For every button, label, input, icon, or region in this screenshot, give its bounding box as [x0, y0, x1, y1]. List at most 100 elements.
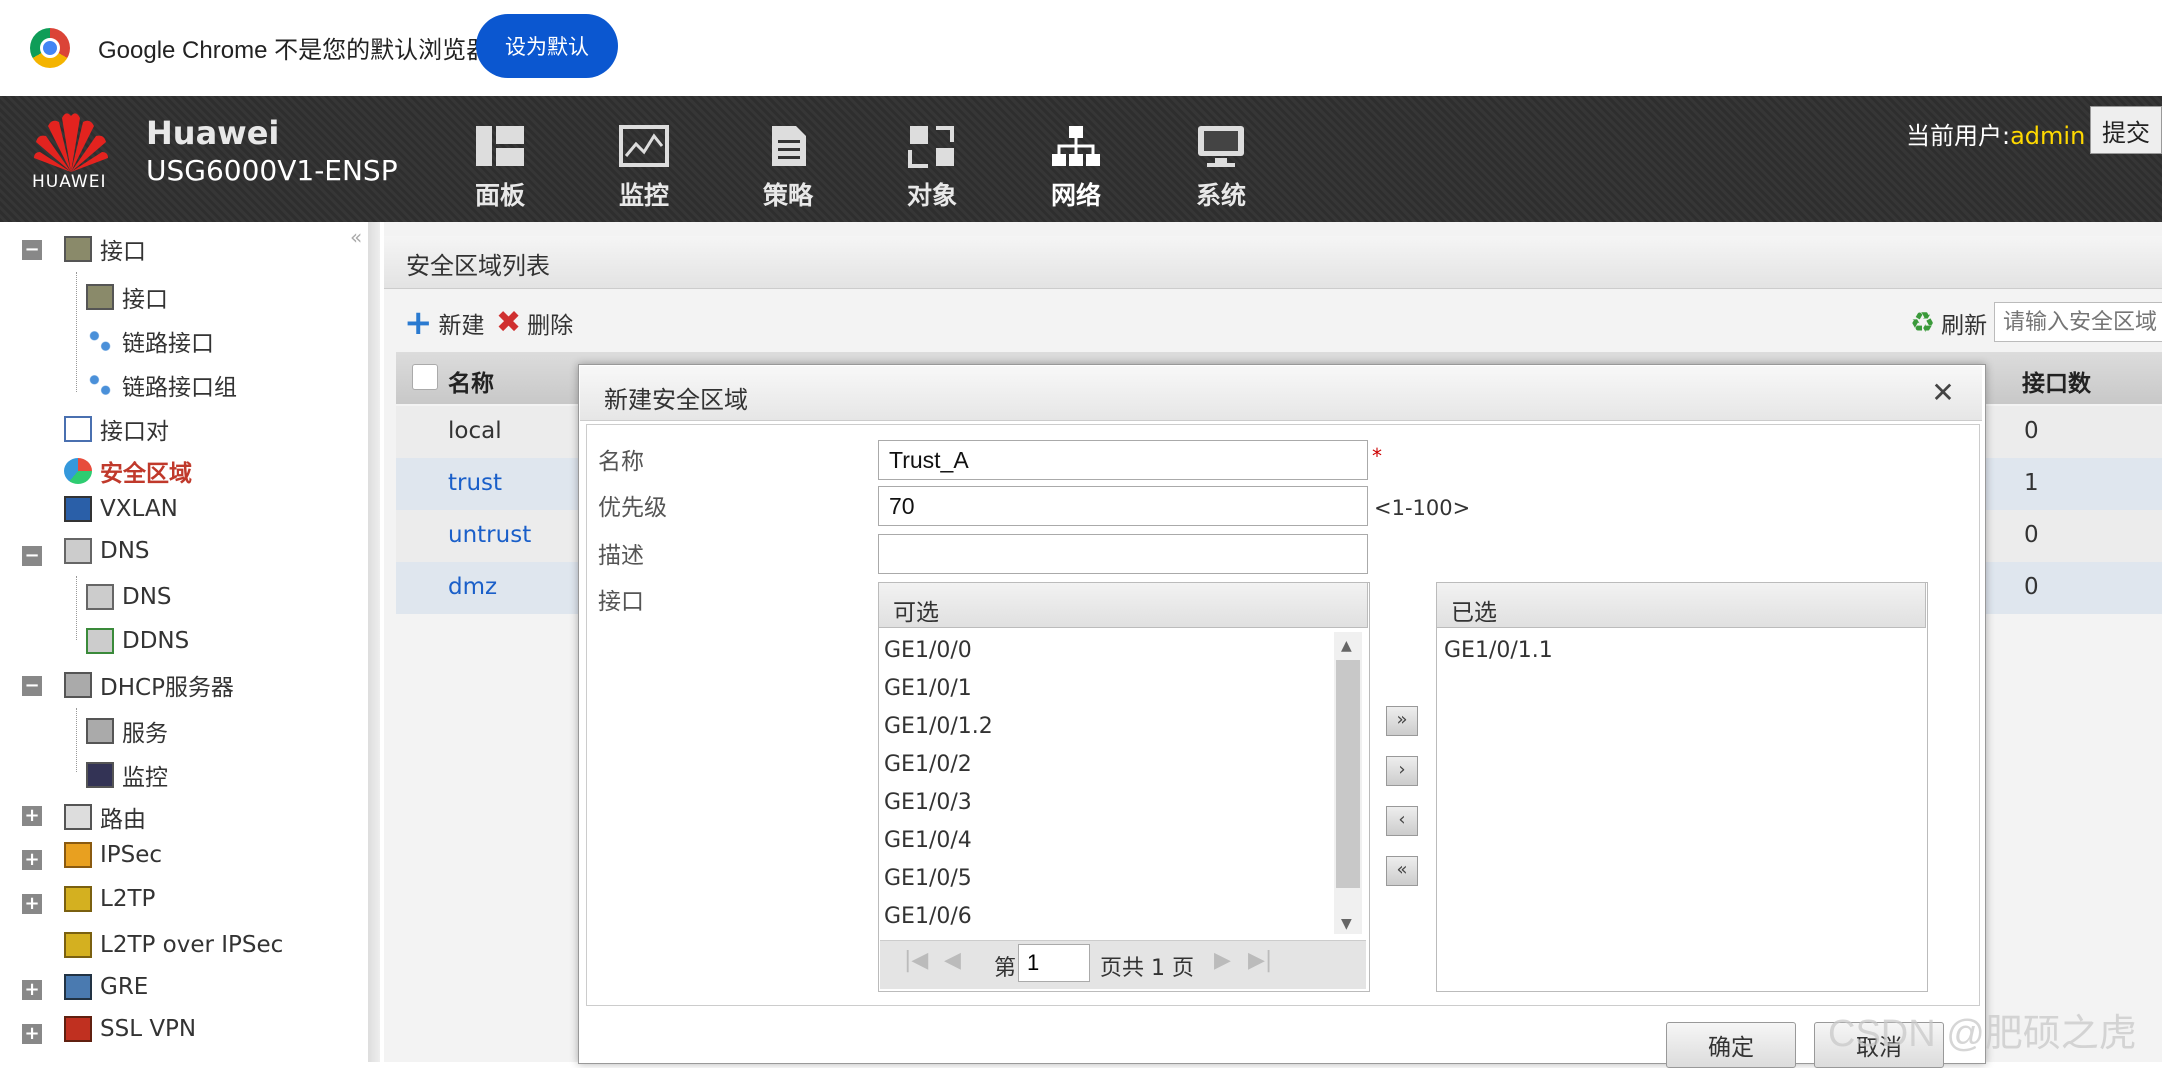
list-item[interactable]: GE1/0/1.2: [884, 714, 993, 739]
tree-expand-icon[interactable]: +: [22, 1024, 42, 1044]
column-header-interface-count[interactable]: 接口数: [2022, 364, 2091, 398]
nav-system[interactable]: 系统: [1176, 124, 1266, 212]
page-number-input[interactable]: [1018, 944, 1090, 982]
ok-button[interactable]: 确定: [1666, 1022, 1796, 1068]
list-item[interactable]: GE1/0/6: [884, 904, 972, 929]
tree-line: [76, 272, 77, 392]
sidebar-splitter[interactable]: [368, 222, 380, 1062]
network-icon: [1052, 126, 1100, 166]
collapse-sidebar-icon[interactable]: «: [350, 225, 362, 249]
zone-name-link[interactable]: trust: [448, 470, 502, 496]
link-interface-icon: [86, 328, 114, 354]
list-item[interactable]: GE1/0/0: [884, 638, 972, 663]
priority-input[interactable]: [878, 486, 1368, 526]
sidebar-item-ssl-vpn[interactable]: SSL VPN: [64, 1016, 196, 1042]
tree-collapse-icon[interactable]: −: [22, 240, 42, 260]
tree-expand-icon[interactable]: +: [22, 806, 42, 826]
tree-expand-icon[interactable]: +: [22, 980, 42, 1000]
new-button[interactable]: + 新建: [404, 306, 485, 340]
sidebar-item-interface-pair[interactable]: 接口对: [64, 412, 169, 446]
ipsec-icon: [64, 842, 92, 868]
move-left-button[interactable]: ‹: [1386, 806, 1418, 836]
sidebar-item-interface[interactable]: 接口: [86, 280, 168, 314]
tree-collapse-icon[interactable]: −: [22, 676, 42, 696]
ssl-vpn-icon: [64, 1016, 92, 1042]
sidebar-item-label: 安全区域: [100, 461, 192, 487]
zone-name-input[interactable]: [878, 440, 1368, 480]
required-mark: *: [1372, 444, 1382, 468]
sidebar-item-dhcp-service[interactable]: 服务: [86, 714, 168, 748]
sidebar-item-label: DNS: [100, 538, 150, 564]
list-item[interactable]: GE1/0/1: [884, 676, 972, 701]
dialog-title-bar[interactable]: [580, 366, 1982, 421]
policy-icon: [772, 126, 806, 166]
refresh-button[interactable]: ♻ 刷新: [1910, 306, 1987, 340]
last-page-icon[interactable]: ▶|: [1248, 948, 1272, 973]
scroll-down-icon[interactable]: ▼: [1341, 916, 1352, 932]
system-icon: [1198, 126, 1244, 167]
sidebar-item-dns-group[interactable]: DNS: [64, 538, 150, 564]
sidebar-item-gre[interactable]: GRE: [64, 974, 148, 1000]
zone-search-input[interactable]: [1994, 302, 2162, 342]
sidebar-item-link-interface[interactable]: 链路接口: [86, 324, 214, 358]
nav-network[interactable]: 网络: [1031, 124, 1121, 212]
scroll-up-icon[interactable]: ▲: [1341, 638, 1352, 654]
nav-monitor[interactable]: 监控: [599, 124, 689, 212]
close-icon[interactable]: ✕: [1928, 378, 1958, 408]
scrollbar-thumb[interactable]: [1336, 660, 1360, 888]
list-item[interactable]: GE1/0/1.1: [1444, 638, 1553, 663]
dialog-title: 新建安全区域: [604, 386, 748, 414]
nav-dashboard[interactable]: 面板: [455, 124, 545, 212]
sidebar-item-l2tp-over-ipsec[interactable]: L2TP over IPSec: [64, 932, 283, 958]
list-item[interactable]: GE1/0/4: [884, 828, 972, 853]
first-page-icon[interactable]: |◀: [904, 948, 928, 973]
set-default-button[interactable]: 设为默认: [476, 14, 618, 78]
sidebar-item-dhcp-monitor[interactable]: 监控: [86, 758, 168, 792]
tree-expand-icon[interactable]: +: [22, 850, 42, 870]
description-input[interactable]: [878, 534, 1368, 574]
sidebar-item-dhcp-server[interactable]: DHCP服务器: [64, 668, 234, 702]
sidebar-item-interface-group[interactable]: 接口: [64, 232, 146, 266]
nav-object[interactable]: 对象: [887, 124, 977, 212]
prev-page-icon[interactable]: ◀: [944, 948, 961, 973]
new-button-label: 新建: [438, 313, 485, 339]
sidebar-item-security-zone[interactable]: 安全区域: [64, 454, 192, 488]
sidebar-item-dns[interactable]: DNS: [86, 584, 172, 610]
nav-policy[interactable]: 策略: [743, 124, 833, 212]
submit-button[interactable]: 提交: [2090, 106, 2162, 154]
move-right-button[interactable]: ›: [1386, 756, 1418, 786]
move-all-left-button[interactable]: «: [1386, 856, 1418, 886]
priority-label: 优先级: [598, 495, 667, 521]
move-all-right-button[interactable]: »: [1386, 706, 1418, 736]
sidebar-item-label: 服务: [122, 721, 168, 747]
brand-name: Huawei: [146, 114, 280, 152]
list-item[interactable]: GE1/0/2: [884, 752, 972, 777]
tree-expand-icon[interactable]: +: [22, 894, 42, 914]
dns-icon: [86, 584, 114, 610]
column-header-name[interactable]: 名称: [448, 364, 494, 398]
tree-collapse-icon[interactable]: −: [22, 546, 42, 566]
select-all-checkbox[interactable]: [412, 364, 438, 390]
sidebar-item-link-group[interactable]: 链路接口组: [86, 368, 237, 402]
sidebar-item-ddns[interactable]: DDNS: [86, 628, 189, 654]
list-item[interactable]: GE1/0/3: [884, 790, 972, 815]
nav-label: 系统: [1195, 181, 1246, 210]
next-page-icon[interactable]: ▶: [1214, 948, 1231, 973]
vxlan-icon: [64, 496, 92, 522]
current-user-name: admin: [2010, 122, 2086, 150]
zone-name-link[interactable]: dmz: [448, 574, 497, 600]
l2tp-ipsec-icon: [64, 932, 92, 958]
sidebar-item-route[interactable]: 路由: [64, 800, 146, 834]
sidebar-item-ipsec[interactable]: IPSec: [64, 842, 162, 868]
list-item[interactable]: GE1/0/5: [884, 866, 972, 891]
sidebar-item-l2tp[interactable]: L2TP: [64, 886, 155, 912]
default-browser-message: Google Chrome 不是您的默认浏览器: [98, 37, 491, 64]
nav-label: 策略: [762, 181, 813, 210]
huawei-logo-icon: [34, 113, 108, 172]
dhcp-icon: [64, 672, 92, 698]
zone-name-link[interactable]: untrust: [448, 522, 531, 548]
nav-label: 网络: [1050, 181, 1101, 210]
delete-button[interactable]: ✖ 删除: [496, 306, 573, 340]
sidebar-item-label: DDNS: [122, 628, 190, 654]
sidebar-item-vxlan[interactable]: VXLAN: [64, 496, 178, 522]
